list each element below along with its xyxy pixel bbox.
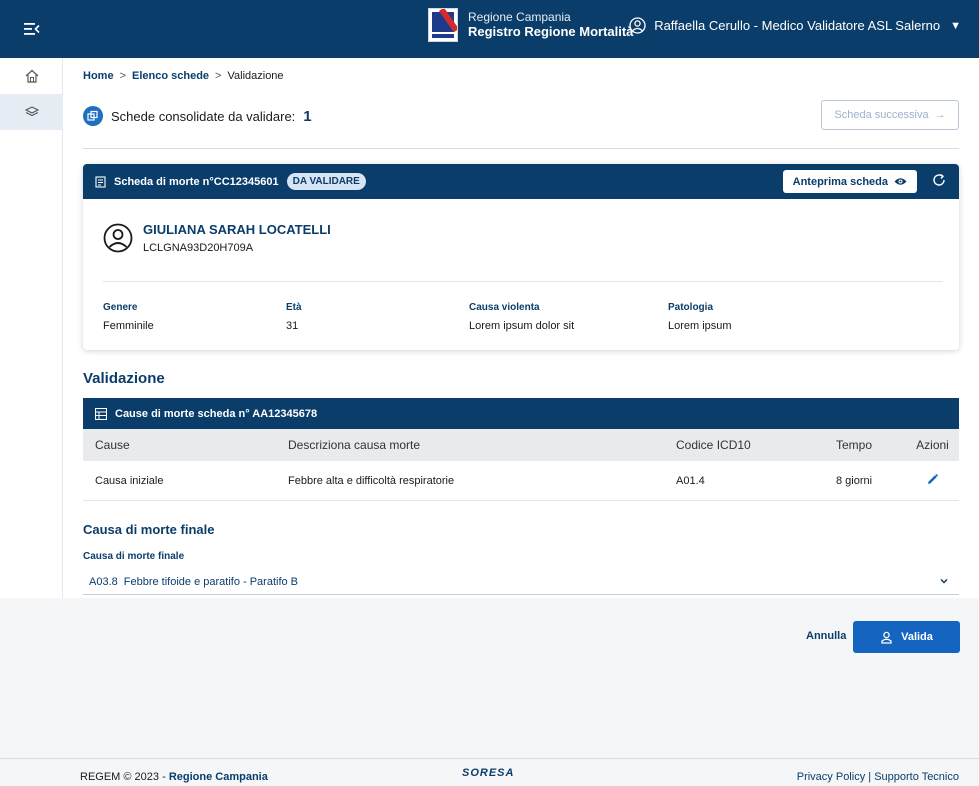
breadcrumb-home[interactable]: Home	[83, 70, 114, 82]
cell-cause: Causa iniziale	[95, 474, 164, 487]
field-label: Genere	[103, 302, 138, 313]
edit-button[interactable]	[906, 473, 959, 489]
person-name: GIULIANA SARAH LOCATELLI	[143, 222, 331, 237]
main-content: Home > Elenco schede > Validazione Sched…	[63, 58, 979, 598]
user-label: Raffaella Cerullo - Medico Validatore AS…	[654, 18, 941, 33]
final-cause-value: Febbre tifoide e paratifo - Paratifo B	[123, 576, 299, 588]
brand-app-name: Registro Regione Mortalità	[468, 24, 634, 39]
menu-collapse-icon	[23, 23, 40, 35]
field-label: Età	[286, 302, 302, 313]
sidebar-item-home[interactable]	[0, 58, 63, 94]
divider	[103, 281, 943, 282]
breadcrumb-current: Validazione	[227, 70, 284, 82]
person-info: GIULIANA SARAH LOCATELLI LCLGNA93D20H709…	[103, 222, 331, 254]
pencil-icon	[928, 473, 939, 484]
divider	[83, 148, 959, 149]
death-card-header: Scheda di morte n°CC12345601 DA VALIDARE…	[83, 164, 959, 199]
brand-region: Regione Campania	[468, 10, 571, 24]
column-header: Descriziona causa morte	[288, 438, 421, 452]
home-icon	[25, 69, 38, 83]
field-genere: Genere Femminile	[103, 302, 154, 332]
copy-icon	[83, 106, 103, 126]
field-causa-violenta: Causa violenta Lorem ipsum dolor sit	[469, 302, 574, 332]
regione-campania-logo	[428, 8, 458, 42]
top-navbar: Regione Campania Registro Regione Mortal…	[0, 0, 979, 58]
column-header: Cause	[95, 438, 130, 452]
final-cause-label: Causa di morte finale	[83, 551, 185, 562]
death-card: Scheda di morte n°CC12345601 DA VALIDARE…	[83, 164, 959, 350]
breadcrumb: Home > Elenco schede > Validazione	[83, 70, 284, 82]
arrow-right-icon: →	[934, 109, 946, 121]
final-cause-select[interactable]: A03.8 Febbre tifoide e paratifo - Parati…	[83, 570, 959, 595]
footer-copyright: REGEM © 2023 - Regione Campania	[80, 771, 268, 783]
brand[interactable]: Regione Campania Registro Regione Mortal…	[428, 8, 633, 42]
causes-table-title: Cause di morte scheda n° AA12345678	[115, 407, 318, 420]
final-cause-title: Causa di morte finale	[83, 522, 215, 537]
field-value: Lorem ipsum dolor sit	[469, 320, 575, 332]
status-badge: DA VALIDARE	[286, 173, 366, 190]
privacy-policy-link[interactable]: Privacy Policy	[797, 771, 865, 783]
preview-card-label: Anteprima scheda	[792, 175, 888, 188]
fiscal-code: LCLGNA93D20H709A	[143, 242, 254, 254]
table-icon	[95, 407, 107, 420]
field-label: Causa violenta	[469, 302, 540, 313]
field-patologia: Patologia Lorem ipsum	[668, 302, 732, 332]
field-label: Patologia	[668, 302, 714, 313]
breadcrumb-separator: >	[119, 70, 126, 82]
column-header: Azioni	[916, 438, 949, 452]
validate-label: Valida	[901, 631, 933, 643]
table-columns: Cause Descriziona causa morte Codice ICD…	[83, 429, 959, 461]
soresa-logo: SORESA	[462, 767, 515, 779]
field-eta: Età 31	[286, 302, 302, 332]
support-link[interactable]: Supporto Tecnico	[874, 771, 959, 783]
consolidated-label: Schede consolidate da validare:	[111, 108, 296, 124]
final-cause-code: A03.8	[89, 576, 118, 588]
sidebar-item-schede[interactable]	[0, 94, 63, 130]
eye-icon	[894, 178, 907, 185]
footer-separator: |	[868, 771, 872, 783]
cell-icd10: A01.4	[676, 474, 705, 487]
document-icon	[95, 175, 106, 188]
cell-description: Febbre alta e difficoltà respiratorie	[288, 474, 455, 487]
user-check-icon	[881, 631, 892, 644]
field-value: 31	[286, 320, 299, 332]
consolidated-count: 1	[303, 107, 312, 125]
column-header: Tempo	[836, 438, 873, 452]
menu-collapse-toggle[interactable]	[0, 0, 63, 58]
validation-title: Validazione	[83, 370, 165, 387]
table-row: Causa iniziale Febbre alta e difficoltà …	[83, 461, 959, 501]
chevron-down-icon	[940, 578, 948, 584]
cancel-button[interactable]: Annulla	[806, 630, 846, 642]
field-value: Lorem ipsum	[668, 320, 732, 332]
layers-icon	[24, 106, 39, 117]
cell-time: 8 giorni	[836, 474, 873, 487]
user-avatar-icon	[629, 17, 646, 34]
user-menu[interactable]: Raffaella Cerullo - Medico Validatore AS…	[629, 17, 961, 34]
caret-down-icon: ▼	[950, 19, 961, 32]
breadcrumb-separator: >	[215, 70, 222, 82]
copyright-owner: Regione Campania	[168, 771, 268, 783]
copyright-text: REGEM © 2023 -	[80, 771, 169, 783]
next-card-label: Scheda successiva	[834, 109, 929, 121]
preview-card-button[interactable]: Anteprima scheda	[782, 170, 917, 193]
causes-table: Cause di morte scheda n° AA12345678 Caus…	[83, 398, 959, 501]
death-card-title: Scheda di morte n°CC12345601	[114, 175, 279, 188]
user-icon	[103, 223, 133, 253]
next-card-button[interactable]: Scheda successiva →	[821, 100, 959, 130]
breadcrumb-elenco-schede[interactable]: Elenco schede	[132, 70, 209, 82]
refresh-icon[interactable]	[931, 172, 947, 188]
causes-table-header: Cause di morte scheda n° AA12345678	[83, 398, 959, 429]
footer: REGEM © 2023 - Regione Campania SORESA P…	[0, 758, 979, 786]
validate-button[interactable]: Valida	[853, 621, 960, 653]
sidebar	[0, 58, 63, 598]
column-header: Codice ICD10	[676, 438, 751, 452]
field-value: Femminile	[103, 320, 154, 332]
footer-links: Privacy Policy | Supporto Tecnico	[797, 771, 959, 783]
consolidated-summary: Schede consolidate da validare: 1	[83, 106, 312, 126]
